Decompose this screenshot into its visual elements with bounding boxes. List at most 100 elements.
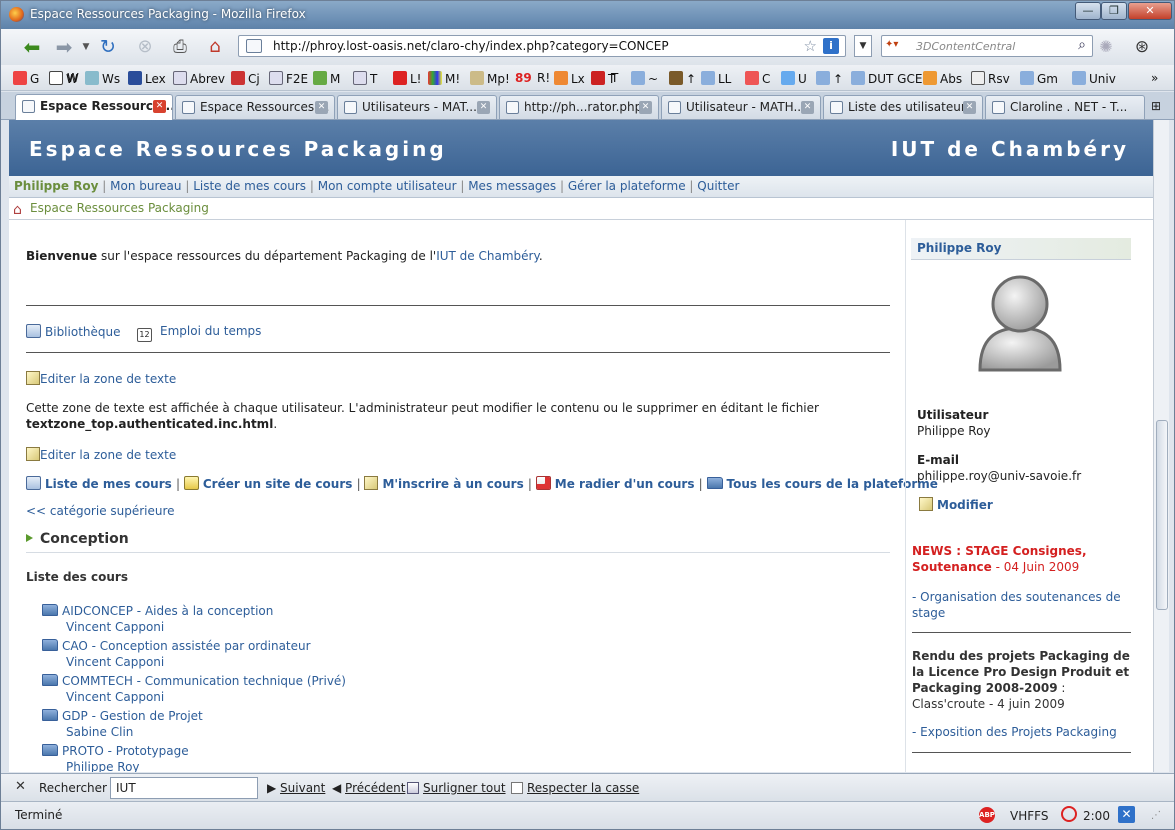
bookmark-item[interactable]: Ws [85, 71, 120, 86]
find-input[interactable]: IUT [110, 777, 258, 799]
search-bar[interactable]: ✦▾ 3DContentCentral ⌕ [881, 35, 1093, 57]
action-my-courses[interactable]: Liste de mes cours [26, 476, 172, 491]
bookmark-folder[interactable]: ~ [631, 71, 658, 86]
tab-claroline[interactable]: Claroline . NET - T... [985, 95, 1145, 119]
resize-grip-icon[interactable]: ⋰ [1151, 810, 1161, 821]
find-previous-button[interactable]: ◀ Précédent [332, 781, 405, 795]
tab-espace-ressources[interactable]: Espace Ressources ... ✕ [175, 95, 335, 119]
link-mon-bureau[interactable]: Mon bureau [110, 179, 181, 193]
link-gerer-plateforme[interactable]: Gérer la plateforme [568, 179, 686, 193]
edit-textzone-link[interactable]: Editer la zone de texte [26, 447, 176, 462]
modify-profile-link[interactable]: Modifier [919, 497, 993, 512]
tab-utilisateurs[interactable]: Utilisateurs - MAT... ✕ [337, 95, 497, 119]
back-arrow-icon[interactable]: ⬅ [21, 36, 43, 58]
bookmark-item[interactable]: U [781, 71, 807, 86]
list-all-tabs-icon[interactable]: ⊞ [1151, 99, 1161, 113]
course-link[interactable]: GDP - Gestion de Projet [62, 709, 203, 723]
print-icon[interactable]: ⎙ [169, 36, 191, 58]
tab-administrator[interactable]: http://ph...rator.php ✕ [499, 95, 659, 119]
iut-link[interactable]: IUT de Chambéry [436, 249, 539, 263]
history-dropdown-icon[interactable]: ▼ [75, 36, 97, 58]
bookmark-star-icon[interactable]: ☆ [804, 37, 817, 55]
close-tab-icon[interactable]: ✕ [801, 101, 814, 114]
search-icon[interactable]: ⌕ [1078, 37, 1086, 53]
site-title[interactable]: Espace Ressources Packaging [29, 137, 447, 161]
bookmark-item[interactable]: L! [393, 71, 422, 86]
addon-icon[interactable]: ⊛ [1131, 36, 1153, 58]
url-bar[interactable]: http://phroy.lost-oasis.net/claro-chy/in… [238, 35, 846, 57]
bookmark-item[interactable]: C [745, 71, 770, 86]
forward-arrow-icon[interactable]: ➡ [53, 36, 75, 58]
close-window-button[interactable]: ✕ [1128, 2, 1172, 20]
bookmark-item[interactable]: Lex [128, 71, 166, 86]
link-mon-compte[interactable]: Mon compte utilisateur [318, 179, 457, 193]
course-link[interactable]: AIDCONCEP - Aides à la conception [62, 604, 273, 618]
breadcrumb-home-link[interactable]: Espace Ressources Packaging [30, 201, 209, 215]
link-quitter[interactable]: Quitter [697, 179, 739, 193]
close-tab-icon[interactable]: ✕ [963, 101, 976, 114]
link-mes-messages[interactable]: Mes messages [468, 179, 556, 193]
edit-textzone-link[interactable]: Editer la zone de texte [26, 371, 176, 386]
reload-icon[interactable]: ↻ [97, 36, 119, 58]
home-icon[interactable]: ⌂ [13, 203, 29, 217]
bookmark-item[interactable]: Mp! [470, 71, 510, 86]
course-teacher[interactable]: Vincent Capponi [66, 620, 273, 634]
bookmark-item[interactable]: F2E [269, 71, 308, 86]
action-create-course[interactable]: Créer un site de cours [183, 476, 352, 491]
link-liste-cours[interactable]: Liste de mes cours [193, 179, 306, 193]
bookmark-item[interactable]: Cj [231, 71, 260, 86]
bookmark-item[interactable]: Abs [923, 71, 962, 86]
bookmark-item[interactable]: M [313, 71, 340, 86]
bookmark-item[interactable]: Lx [554, 71, 585, 86]
bookmark-item[interactable]: T [611, 71, 618, 85]
bookmark-item[interactable]: Rsv [971, 71, 1010, 86]
parent-category-link[interactable]: << catégorie supérieure [26, 504, 175, 518]
tab-utilisateur[interactable]: Utilisateur - MATH... ✕ [661, 95, 821, 119]
bookmarks-overflow-chevron[interactable]: » [1151, 71, 1158, 85]
course-teacher[interactable]: Philippe Roy [66, 760, 189, 772]
minimize-button[interactable]: — [1075, 2, 1101, 20]
bookmark-item[interactable]: ↑ [669, 71, 696, 86]
url-dropdown-button[interactable]: ▼ [854, 35, 872, 57]
home-icon[interactable]: ⌂ [204, 36, 226, 58]
bookmark-folder[interactable]: Gm [1020, 71, 1058, 86]
close-tab-icon[interactable]: ✕ [477, 101, 490, 114]
adblock-icon[interactable]: ABP [979, 807, 995, 823]
action-unenroll[interactable]: Me radier d'un cours [535, 476, 694, 491]
search-engine-icon[interactable]: ✦▾ [885, 39, 898, 50]
bookmark-folder[interactable]: DUT GCE [851, 71, 922, 86]
action-all-courses[interactable]: Tous les cours de la plateforme [706, 477, 938, 491]
close-tab-icon[interactable]: ✕ [315, 101, 328, 114]
close-tab-icon[interactable]: ✕ [639, 101, 652, 114]
bookmark-item[interactable]: G [13, 71, 39, 86]
course-teacher[interactable]: Sabine Clin [66, 725, 203, 739]
course-teacher[interactable]: Vincent Capponi [66, 655, 311, 669]
page-scrollbar[interactable] [1153, 120, 1169, 772]
vhffs-label[interactable]: VHFFS [1010, 809, 1048, 823]
scrollbar-thumb[interactable] [1156, 420, 1168, 610]
bookmark-folder[interactable]: Univ [1072, 71, 1116, 86]
institution-name[interactable]: IUT de Chambéry [891, 137, 1129, 161]
highlight-all-button[interactable]: Surligner tout [407, 781, 506, 795]
bookmark-folder[interactable]: LL [701, 71, 731, 86]
bookmark-folder[interactable]: ↑ [816, 71, 843, 86]
bookmark-item[interactable]: 89 [515, 71, 532, 85]
course-teacher[interactable]: Vincent Capponi [66, 690, 346, 704]
sidebar-user-name[interactable]: Philippe Roy [911, 238, 1131, 260]
timetable-link[interactable]: 12 Emploi du temps [137, 324, 261, 342]
exposition-link[interactable]: - Exposition des Projets Packaging [912, 725, 1130, 739]
bookmark-item[interactable]: M! [428, 71, 460, 86]
action-enroll[interactable]: M'inscrire à un cours [364, 476, 524, 491]
bookmark-item[interactable]: W [67, 71, 79, 85]
bookmark-item[interactable]: Abrev [173, 71, 225, 86]
bookmark-item[interactable]: R! [537, 71, 550, 85]
xmarks-icon[interactable]: ✕ [1118, 806, 1135, 823]
stop-icon[interactable]: ⊗ [134, 36, 156, 58]
library-link[interactable]: Bibliothèque [26, 324, 121, 339]
close-find-bar-icon[interactable]: ✕ [15, 779, 26, 794]
maximize-button[interactable]: ❐ [1101, 2, 1127, 20]
course-link[interactable]: PROTO - Prototypage [62, 744, 189, 758]
course-link[interactable]: CAO - Conception assistée par ordinateur [62, 639, 311, 653]
tab-liste-utilisateurs[interactable]: Liste des utilisateur... ✕ [823, 95, 983, 119]
match-case-checkbox[interactable]: Respecter la casse [511, 781, 639, 795]
